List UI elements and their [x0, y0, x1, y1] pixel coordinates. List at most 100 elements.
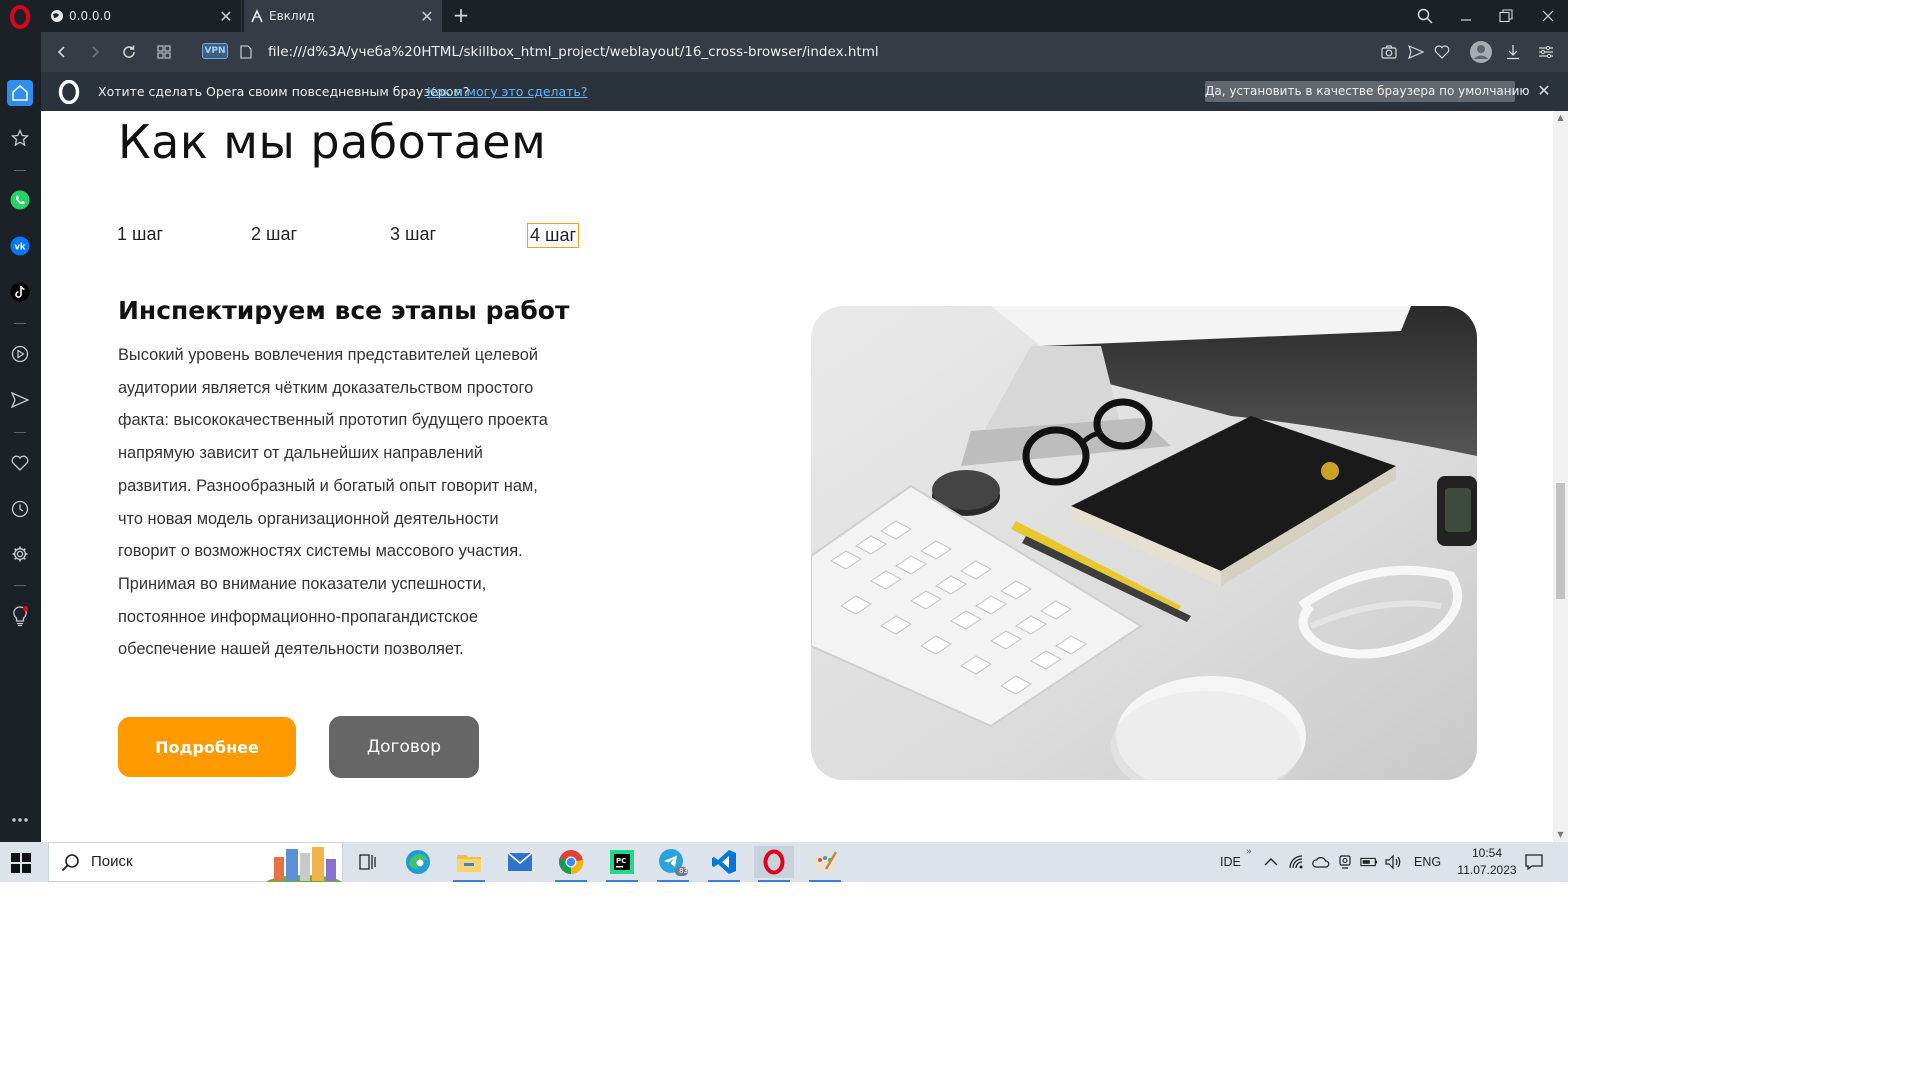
step-tab-3[interactable]: 3 шаг: [390, 224, 436, 245]
screen: 0.0.0.0 ✕ Евклид ✕ + VPN file:///d%3A/уч…: [0, 0, 1568, 882]
address-bar: VPN file:///d%3A/учеба%20HTML/skillbox_h…: [41, 32, 1568, 72]
search-icon: [61, 854, 79, 872]
workspace-photo: [811, 306, 1477, 780]
more-menu-icon[interactable]: [8, 808, 32, 832]
opera-logo-icon: [58, 80, 80, 104]
forward-button[interactable]: [83, 40, 107, 64]
file-explorer-icon[interactable]: [449, 846, 489, 882]
sidebar-separator: [14, 432, 26, 433]
player-icon[interactable]: [8, 342, 32, 366]
back-button[interactable]: [50, 40, 74, 64]
sidebar-separator: [14, 170, 26, 171]
minimize-button[interactable]: [1452, 4, 1480, 28]
settings-gear-icon[interactable]: [8, 542, 32, 566]
text-line: развития. Разнообразный и богатый опыт г…: [118, 476, 538, 495]
whatsapp-icon[interactable]: [8, 188, 32, 212]
wifi-icon[interactable]: [1288, 853, 1306, 871]
windows-start-icon[interactable]: [10, 852, 32, 874]
keyboard-language[interactable]: ENG: [1414, 842, 1441, 882]
easy-setup-icon[interactable]: [1535, 41, 1557, 63]
camera-device-icon[interactable]: [1336, 853, 1354, 871]
text-line: обеспечение нашей деятельности позволяет…: [118, 640, 464, 659]
bookmarks-icon[interactable]: [8, 451, 32, 475]
close-notification-icon[interactable]: ✕: [1533, 80, 1555, 102]
close-tab-icon[interactable]: ✕: [416, 5, 438, 27]
close-window-button[interactable]: [1534, 4, 1562, 28]
euclid-icon: [251, 9, 263, 23]
step-tab-4[interactable]: 4 шаг: [527, 223, 580, 248]
onedrive-icon[interactable]: [1312, 853, 1330, 871]
reload-button[interactable]: [117, 40, 141, 64]
page-content: Как мы работаем 1 шаг 2 шаг 3 шаг 4 шаг …: [41, 111, 1553, 842]
clock-time: 10:54: [1471, 846, 1503, 860]
step-tab-1[interactable]: 1 шаг: [117, 224, 163, 245]
new-tab-button[interactable]: +: [450, 4, 472, 26]
page-scrollbar[interactable]: ▲ ▼: [1553, 111, 1568, 842]
default-browser-notification: Хотите сделать Opera своим повседневным …: [41, 72, 1568, 111]
vpn-badge[interactable]: VPN: [202, 43, 228, 59]
svg-text:PC: PC: [616, 857, 626, 865]
home-icon[interactable]: [7, 80, 33, 106]
mail-icon[interactable]: [500, 846, 540, 878]
tab-title: Евклид: [269, 9, 315, 23]
my-flow-icon[interactable]: [8, 388, 32, 412]
browser-tab-bar: 0.0.0.0 ✕ Евклид ✕ +: [0, 0, 1568, 32]
section-text: Высокий уровень вовлечения представителе…: [118, 339, 618, 666]
tiktok-icon[interactable]: [8, 280, 32, 304]
taskbar-search-box[interactable]: Поиск: [48, 842, 343, 882]
taskbar-clock[interactable]: 10:54 11.07.2023: [1452, 845, 1522, 879]
tab-search-icon[interactable]: [1411, 4, 1439, 28]
page-title: Как мы работаем: [118, 115, 547, 169]
text-line: что новая модель организационной деятель…: [118, 509, 499, 528]
tab-euclid[interactable]: Евклид ✕: [244, 0, 442, 32]
opera-menu-icon[interactable]: [8, 5, 32, 29]
tips-bulb-icon[interactable]: [8, 604, 32, 628]
speed-dial-icon[interactable]: [8, 126, 32, 150]
history-icon[interactable]: [8, 497, 32, 521]
svg-text:vk: vk: [14, 243, 26, 253]
edge-icon[interactable]: [398, 846, 438, 878]
scroll-down-icon[interactable]: ▼: [1553, 828, 1568, 842]
clock-date: 11.07.2023: [1457, 863, 1517, 877]
set-default-button[interactable]: Да, установить в качестве браузера по ум…: [1205, 81, 1530, 102]
opera-taskbar-icon[interactable]: [754, 846, 794, 882]
scroll-up-icon[interactable]: ▲: [1553, 111, 1568, 125]
contract-button[interactable]: Договор: [329, 716, 479, 778]
profile-avatar-icon[interactable]: [1468, 39, 1494, 65]
notification-help-link[interactable]: Как я могу это сделать?: [427, 72, 587, 111]
download-icon[interactable]: [1502, 41, 1524, 63]
vscode-icon[interactable]: [704, 846, 744, 882]
tray-ide-label[interactable]: IDE: [1220, 842, 1241, 882]
task-view-icon[interactable]: [347, 846, 387, 878]
page-info-icon[interactable]: [234, 40, 258, 64]
section-title: Инспектируем все этапы работ: [118, 296, 570, 325]
tray-expand-arrows-icon[interactable]: »: [1246, 832, 1252, 872]
snapshot-icon[interactable]: [1378, 41, 1400, 63]
text-line: говорит о возможностях системы массового…: [118, 542, 523, 561]
notifications-icon[interactable]: [1524, 852, 1544, 872]
text-line: Принимая во внимание показатели успешнос…: [118, 574, 487, 593]
vk-icon[interactable]: vk: [8, 234, 32, 258]
volume-icon[interactable]: [1384, 853, 1402, 871]
notification-text: Хотите сделать Opera своим повседневным …: [98, 84, 470, 99]
step-tab-2[interactable]: 2 шаг: [251, 224, 297, 245]
heart-icon[interactable]: [1431, 41, 1453, 63]
windows-taskbar: Поиск PC 83 IDE » ENG 10:54 11.07.2023: [0, 842, 1568, 882]
tab-localhost[interactable]: 0.0.0.0 ✕: [44, 0, 242, 32]
opera-sidebar: vk: [0, 32, 41, 842]
scroll-thumb[interactable]: [1556, 483, 1565, 599]
pycharm-icon[interactable]: PC: [602, 846, 642, 882]
telegram-icon[interactable]: 83: [653, 846, 693, 882]
restore-button[interactable]: [1492, 4, 1520, 28]
telegram-badge: 83: [679, 867, 688, 875]
tab-overview-button[interactable]: [152, 40, 176, 64]
paint-icon[interactable]: [805, 846, 845, 882]
battery-icon[interactable]: [1360, 853, 1378, 871]
city-illustration-icon: [265, 847, 343, 882]
more-button[interactable]: Подробнее: [118, 717, 296, 777]
close-tab-icon[interactable]: ✕: [215, 5, 237, 27]
show-hidden-icons-icon[interactable]: [1262, 853, 1280, 871]
send-icon[interactable]: [1405, 41, 1427, 63]
chrome-icon[interactable]: [551, 846, 591, 882]
url-field[interactable]: file:///d%3A/учеба%20HTML/skillbox_html_…: [268, 32, 879, 72]
